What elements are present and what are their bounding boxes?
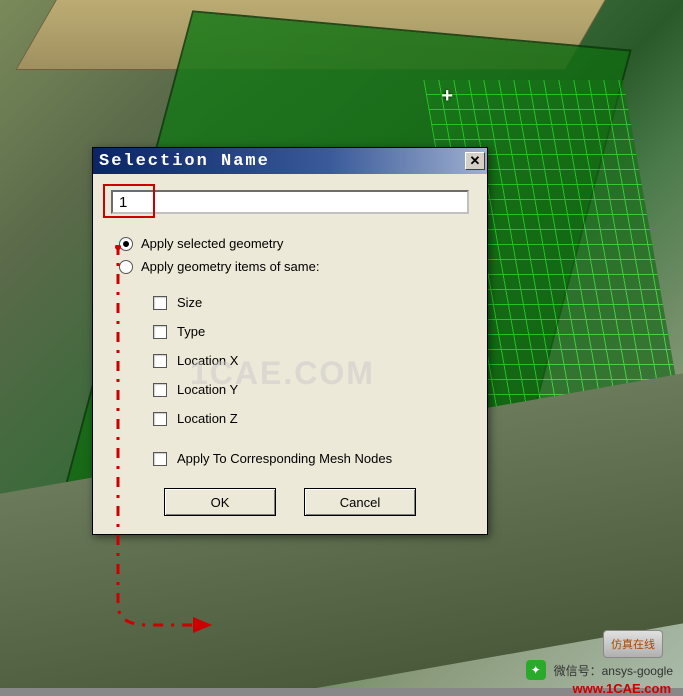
- apply-mode-radio-group: Apply selected geometry Apply geometry i…: [111, 232, 469, 278]
- checkbox-type[interactable]: [153, 325, 167, 339]
- radio-row-same-items[interactable]: Apply geometry items of same:: [111, 255, 469, 278]
- checkbox-row-location-z[interactable]: Location Z: [153, 404, 469, 433]
- dialog-button-row: OK Cancel: [111, 488, 469, 516]
- footer-wechat-label: 微信号：ansys-google: [554, 662, 673, 679]
- radio-apply-same[interactable]: [119, 260, 133, 274]
- checkbox-label: Location Y: [177, 382, 238, 397]
- radio-row-selected-geometry[interactable]: Apply selected geometry: [111, 232, 469, 255]
- wechat-icon: ✦: [526, 660, 546, 680]
- footer-brand: ✦ 微信号：ansys-google: [526, 660, 673, 680]
- close-button[interactable]: ✕: [465, 152, 485, 170]
- checkbox-row-size[interactable]: Size: [153, 288, 469, 317]
- checkbox-row-location-y[interactable]: Location Y: [153, 375, 469, 404]
- footer-url: www.1CAE.com: [573, 681, 671, 696]
- checkbox-row-location-x[interactable]: Location X: [153, 346, 469, 375]
- checkbox-row-type[interactable]: Type: [153, 317, 469, 346]
- radio-label: Apply geometry items of same:: [141, 259, 319, 274]
- checkbox-mesh-nodes[interactable]: [153, 452, 167, 466]
- checkbox-label: Size: [177, 295, 202, 310]
- close-icon: ✕: [470, 153, 481, 169]
- radio-apply-selected[interactable]: [119, 237, 133, 251]
- crosshair-cursor: +: [441, 85, 453, 108]
- ok-button[interactable]: OK: [164, 488, 276, 516]
- checkbox-label: Type: [177, 324, 205, 339]
- dialog-titlebar[interactable]: Selection Name ✕: [93, 148, 487, 174]
- checkbox-location-x[interactable]: [153, 354, 167, 368]
- checkbox-row-mesh-nodes[interactable]: Apply To Corresponding Mesh Nodes: [153, 451, 469, 466]
- dialog-title: Selection Name: [99, 152, 270, 171]
- checkbox-label: Apply To Corresponding Mesh Nodes: [177, 451, 392, 466]
- footer-badge: 仿真在线: [603, 630, 663, 658]
- checkbox-label: Location X: [177, 353, 238, 368]
- dialog-body: Apply selected geometry Apply geometry i…: [93, 174, 487, 534]
- checkbox-size[interactable]: [153, 296, 167, 310]
- checkbox-location-z[interactable]: [153, 412, 167, 426]
- selection-name-input[interactable]: [111, 190, 469, 214]
- checkbox-location-y[interactable]: [153, 383, 167, 397]
- radio-label: Apply selected geometry: [141, 236, 283, 251]
- same-criteria-group: Size Type Location X Location Y Location…: [153, 288, 469, 433]
- selection-name-dialog: Selection Name ✕ Apply selected geometry…: [92, 147, 488, 535]
- cancel-button[interactable]: Cancel: [304, 488, 416, 516]
- name-input-row: [111, 190, 469, 214]
- checkbox-label: Location Z: [177, 411, 238, 426]
